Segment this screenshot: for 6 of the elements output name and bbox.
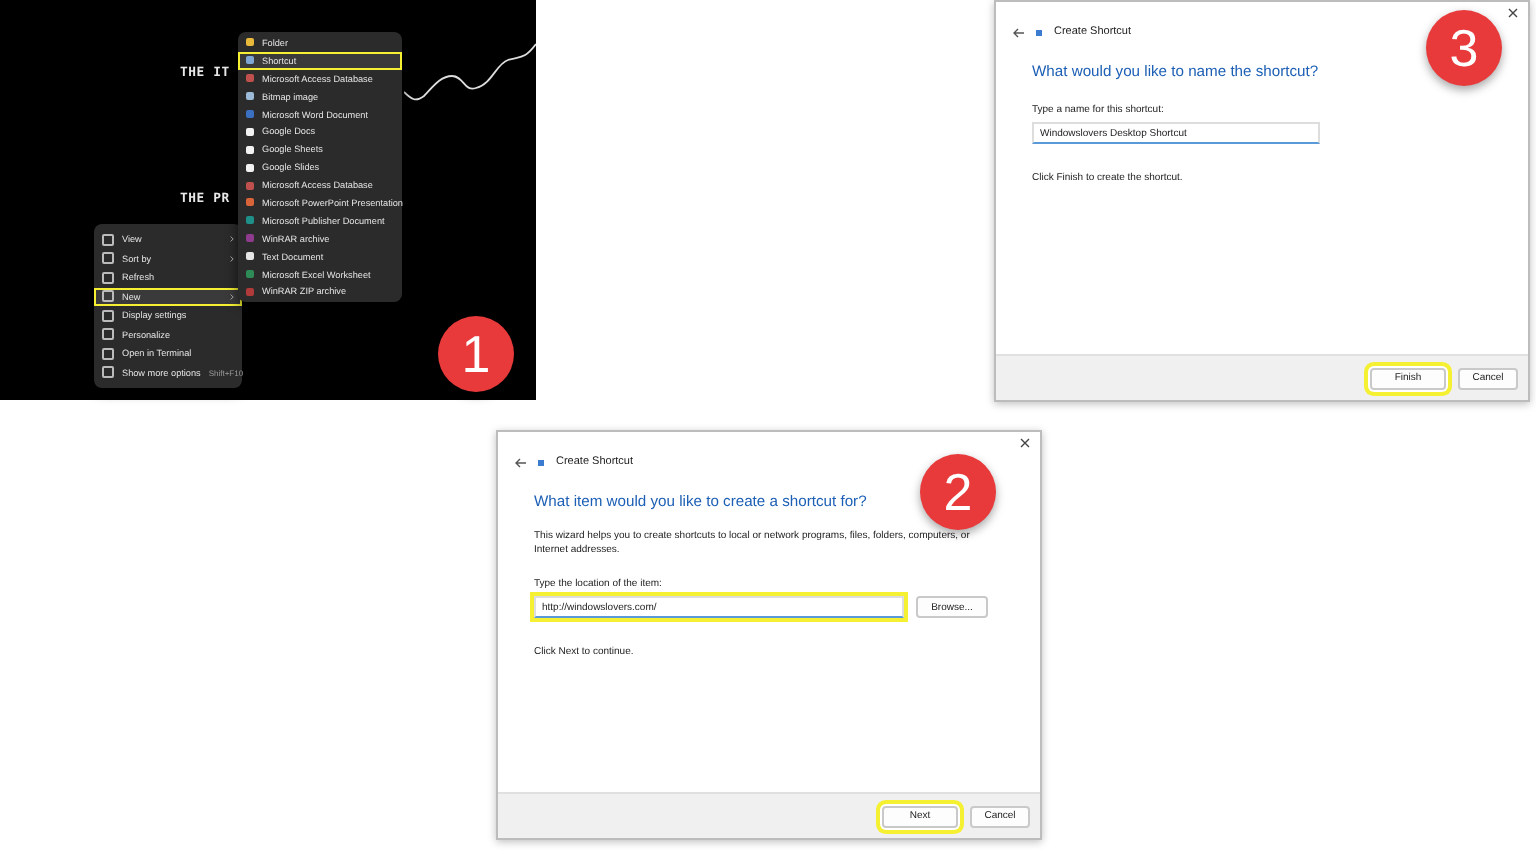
close-icon[interactable] bbox=[1508, 8, 1518, 18]
back-arrow-icon[interactable] bbox=[1012, 27, 1024, 37]
shortcut-icon bbox=[538, 459, 544, 465]
shortcut-icon bbox=[1036, 29, 1042, 35]
close-icon[interactable] bbox=[1020, 438, 1030, 448]
back-arrow-icon[interactable] bbox=[514, 457, 526, 467]
